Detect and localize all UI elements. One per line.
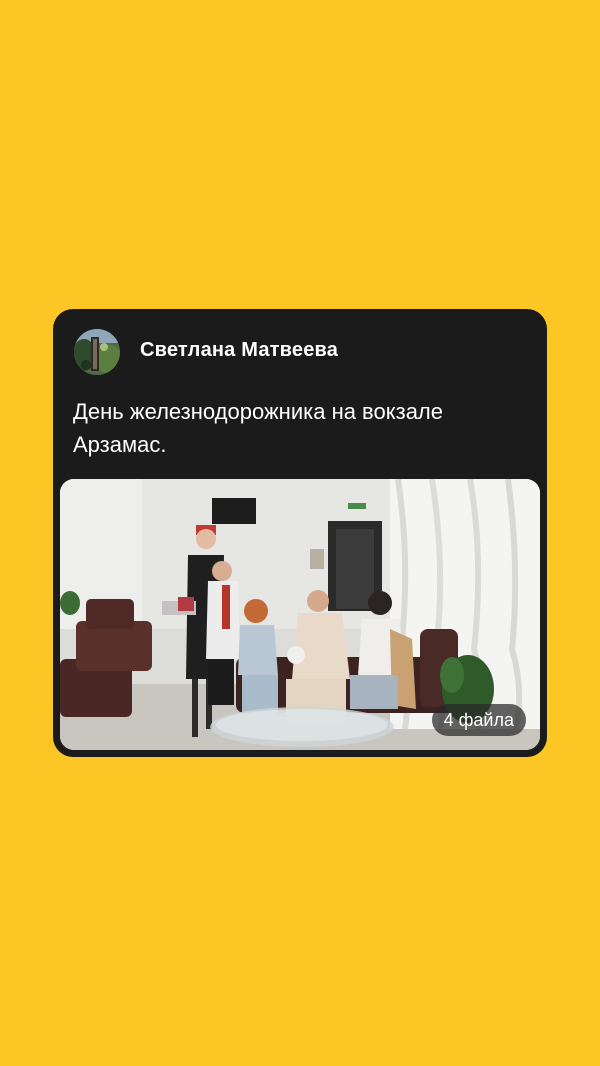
author-name[interactable]: Светлана Матвеева	[140, 339, 338, 362]
post-card[interactable]: Светлана Матвеева День железнодорожника …	[53, 309, 547, 757]
post-text: День железнодорожника на вокзале Арзамас…	[73, 399, 444, 457]
files-count-badge[interactable]: 4 файла	[431, 704, 526, 736]
post-header: Светлана Матвеева	[53, 309, 547, 389]
author-avatar[interactable]	[74, 329, 120, 375]
avatar-photo-icon	[74, 329, 120, 375]
post-photo[interactable]: 4 файла	[60, 479, 540, 750]
screen: { "post": { "author_name": "Светлана Мат…	[0, 0, 600, 1066]
